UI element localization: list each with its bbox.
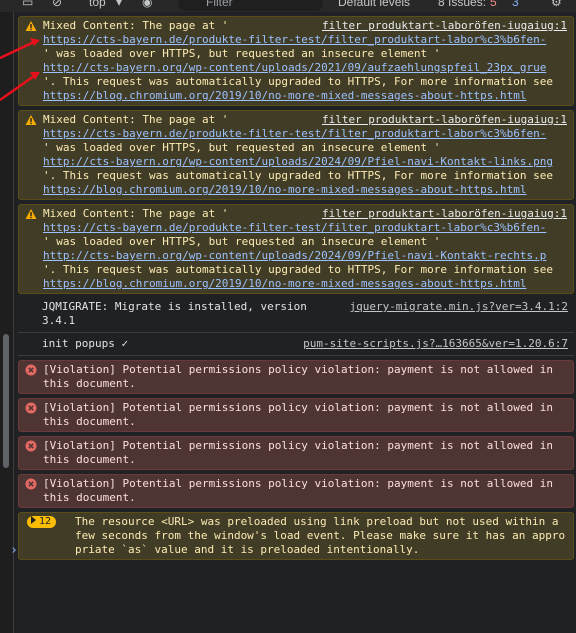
annotation-arrows [0, 38, 40, 102]
context-selector[interactable]: top [89, 0, 106, 9]
page-url-link[interactable]: https://cts-bayern.de/produkte-filter-te… [43, 127, 567, 141]
issues-label[interactable]: 8 Issues: [438, 0, 486, 9]
violation-error: [Violation] Potential permissions policy… [18, 360, 574, 394]
message-text: [Violation] Potential permissions policy… [43, 401, 553, 414]
log-levels-dropdown[interactable]: Default levels [338, 0, 410, 9]
resource-url-link[interactable]: http://cts-bayern.org/wp-content/uploads… [43, 249, 567, 263]
message-text: this document. [43, 453, 136, 466]
issues-info-count[interactable]: 3 [512, 0, 519, 9]
blog-link[interactable]: https://blog.chromium.org/2019/10/no-mor… [43, 89, 567, 103]
violation-error: [Violation] Potential permissions policy… [18, 474, 574, 508]
message-text: ' was loaded over HTTPS, but requested a… [43, 235, 441, 248]
annotation-arrow-line [0, 40, 35, 60]
message-text: ' was loaded over HTTPS, but requested a… [43, 141, 441, 154]
message-text: [Violation] Potential permissions policy… [43, 477, 553, 490]
mixed-content-warning: filter produktart-laboröfen-iugaiug:1 Mi… [18, 204, 574, 294]
chevron-down-icon[interactable]: ▾ [116, 0, 122, 9]
warning-icon [25, 209, 37, 219]
violation-error: [Violation] Potential permissions policy… [18, 398, 574, 432]
scrollbar-thumb[interactable] [3, 334, 9, 468]
console-messages: filter produktart-laboröfen-iugaiug:1 Mi… [14, 12, 576, 560]
message-text: 3.4.1 [42, 314, 76, 327]
message-text: The resource <URL> was preloaded using l… [75, 515, 566, 556]
message-source-link[interactable]: filter produktart-laboröfen-iugaiug:1 [322, 113, 567, 127]
mixed-content-warning: filter produktart-laboröfen-iugaiug:1 Mi… [18, 110, 574, 200]
error-icon [25, 478, 37, 490]
page-url-link[interactable]: https://cts-bayern.de/produkte-filter-te… [43, 221, 567, 235]
eye-icon[interactable]: ◉ [142, 0, 152, 9]
message-text: '. This request was automatically upgrad… [43, 263, 553, 276]
expand-triangle-icon[interactable] [31, 516, 36, 524]
annotation-arrow-line [0, 74, 35, 102]
gear-icon[interactable]: ⚙ [551, 0, 562, 9]
preload-warning-group[interactable]: 12 The resource <URL> was preloaded usin… [18, 512, 574, 560]
message-text: '. This request was automatically upgrad… [43, 169, 553, 182]
console-toolbar: ▭ ⊘ top ▾ ◉ Filter Default levels 8 Issu… [0, 0, 576, 12]
message-text: '. This request was automatically upgrad… [43, 75, 553, 88]
log-message-jqmigrate: jquery-migrate.min.js?ver=3.4.1:2 JQMIGR… [18, 296, 574, 333]
resource-url-link[interactable]: http://cts-bayern.org/wp-content/uploads… [43, 61, 567, 75]
page-url-link[interactable]: https://cts-bayern.de/produkte-filter-te… [43, 33, 567, 47]
message-text: this document. [43, 377, 136, 390]
log-message-popups: pum-site-scripts.js?…163665&ver=1.20.6:7… [18, 333, 574, 356]
violation-error: [Violation] Potential permissions policy… [18, 436, 574, 470]
message-text: this document. [43, 415, 136, 428]
message-text: [Violation] Potential permissions policy… [43, 439, 553, 452]
message-source-link[interactable]: filter produktart-laboröfen-iugaiug:1 [322, 207, 567, 221]
blog-link[interactable]: https://blog.chromium.org/2019/10/no-mor… [43, 277, 567, 291]
console-prompt[interactable]: › [10, 543, 18, 558]
message-source-link[interactable]: pum-site-scripts.js?…163665&ver=1.20.6:7 [303, 337, 568, 351]
message-text: ' was loaded over HTTPS, but requested a… [43, 47, 441, 60]
issues-warning-count[interactable]: 5 [490, 0, 497, 9]
mixed-content-warning: filter produktart-laboröfen-iugaiug:1 Mi… [18, 16, 574, 106]
message-source-link[interactable]: jquery-migrate.min.js?ver=3.4.1:2 [349, 300, 568, 314]
error-icon [25, 402, 37, 414]
repeat-count-badge[interactable]: 12 [27, 516, 57, 528]
error-icon [25, 440, 37, 452]
warning-icon [25, 115, 37, 125]
message-text: [Violation] Potential permissions policy… [43, 363, 553, 376]
message-text: this document. [43, 491, 136, 504]
filter-input[interactable]: Filter [178, 0, 323, 11]
resource-url-link[interactable]: http://cts-bayern.org/wp-content/uploads… [43, 155, 567, 169]
blog-link[interactable]: https://blog.chromium.org/2019/10/no-mor… [43, 183, 567, 197]
message-source-link[interactable]: filter produktart-laboröfen-iugaiug:1 [322, 19, 567, 33]
error-icon [25, 364, 37, 376]
